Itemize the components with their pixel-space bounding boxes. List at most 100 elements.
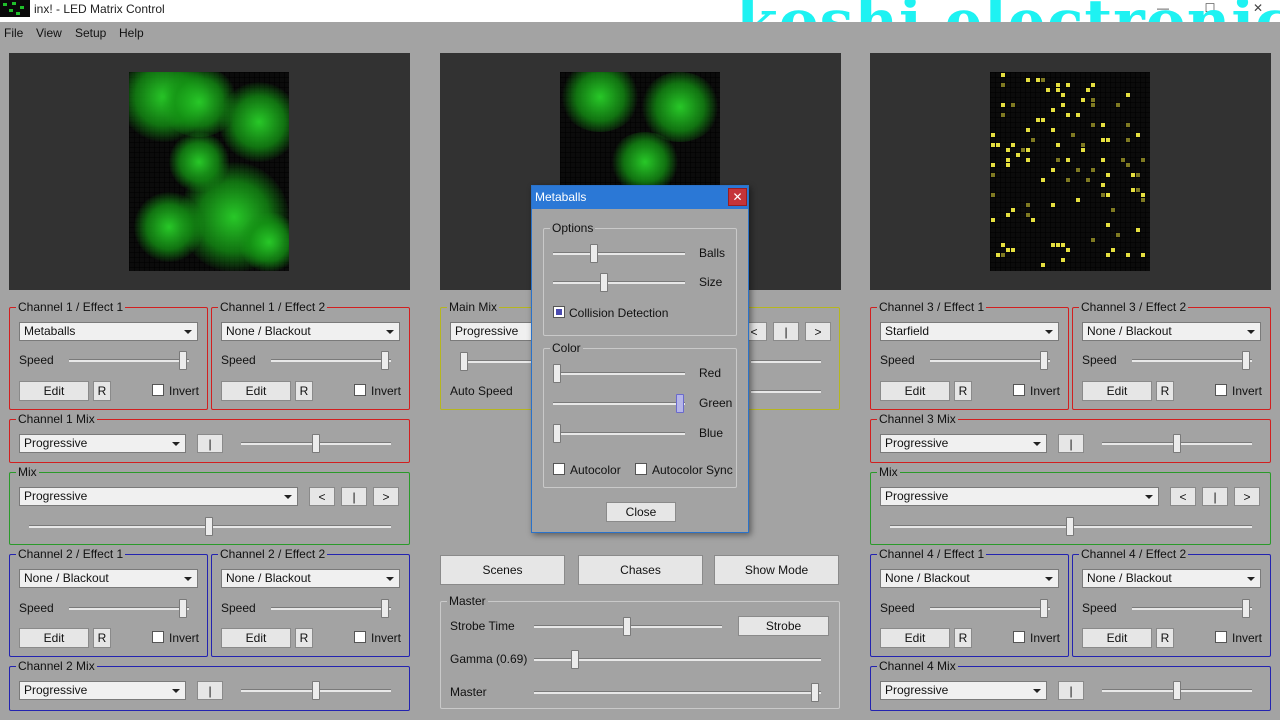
effect-select[interactable]: None / Blackout xyxy=(221,322,400,341)
invert-checkbox[interactable] xyxy=(1215,631,1227,643)
dialog-close-button[interactable]: Close xyxy=(606,502,676,522)
effect-select[interactable]: None / Blackout xyxy=(221,569,400,588)
red-slider-track[interactable] xyxy=(553,372,685,375)
mix-toggle-button[interactable]: | xyxy=(1058,434,1084,453)
blue-slider-track[interactable] xyxy=(553,432,685,435)
red-slider-thumb[interactable] xyxy=(553,364,561,383)
menu-view[interactable]: View xyxy=(36,26,62,40)
main-mix-slider-thumb[interactable] xyxy=(460,352,468,371)
mix-next-button[interactable]: > xyxy=(373,487,399,506)
invert-checkbox[interactable] xyxy=(1215,384,1227,396)
mix-slider-thumb[interactable] xyxy=(1173,434,1181,453)
speed-slider-track[interactable] xyxy=(1132,607,1252,610)
reset-button[interactable]: R xyxy=(1156,628,1174,648)
invert-checkbox[interactable] xyxy=(152,631,164,643)
main-mix-next-button[interactable]: > xyxy=(805,322,831,341)
speed-slider-track[interactable] xyxy=(69,359,189,362)
show-mode-button[interactable]: Show Mode xyxy=(714,555,839,585)
mix-mode-select[interactable]: Progressive xyxy=(880,434,1047,453)
menu-help[interactable]: Help xyxy=(119,26,144,40)
autocolor-checkbox[interactable] xyxy=(553,463,565,475)
speed-slider-track[interactable] xyxy=(271,607,391,610)
reset-button[interactable]: R xyxy=(295,381,313,401)
menu-setup[interactable]: Setup xyxy=(75,26,106,40)
effect-select[interactable]: None / Blackout xyxy=(1082,569,1261,588)
speed-slider-track[interactable] xyxy=(930,607,1050,610)
mix-slider-thumb[interactable] xyxy=(1173,681,1181,700)
master-slider-track[interactable] xyxy=(534,691,821,694)
speed-slider-track[interactable] xyxy=(69,607,189,610)
menu-file[interactable]: File xyxy=(4,26,23,40)
speed-slider-thumb[interactable] xyxy=(1242,351,1250,370)
scenes-button[interactable]: Scenes xyxy=(440,555,565,585)
edit-button[interactable]: Edit xyxy=(1082,381,1152,401)
mix-slider-thumb[interactable] xyxy=(312,434,320,453)
strobe-button[interactable]: Strobe xyxy=(738,616,829,636)
main-mix-right-slider-track[interactable] xyxy=(751,360,821,363)
effect-select[interactable]: Starfield xyxy=(880,322,1059,341)
dialog-close-icon[interactable]: ✕ xyxy=(728,188,747,206)
speed-slider-thumb[interactable] xyxy=(179,351,187,370)
reset-button[interactable]: R xyxy=(954,381,972,401)
reset-button[interactable]: R xyxy=(295,628,313,648)
chases-button[interactable]: Chases xyxy=(578,555,703,585)
edit-button[interactable]: Edit xyxy=(880,381,950,401)
edit-button[interactable]: Edit xyxy=(880,628,950,648)
speed-slider-track[interactable] xyxy=(271,359,391,362)
speed-slider-thumb[interactable] xyxy=(1040,599,1048,618)
mix-prev-button[interactable]: < xyxy=(309,487,335,506)
edit-button[interactable]: Edit xyxy=(221,628,291,648)
speed-slider-thumb[interactable] xyxy=(1040,351,1048,370)
strobe-time-slider-thumb[interactable] xyxy=(623,617,631,636)
size-slider-thumb[interactable] xyxy=(600,273,608,292)
mix-mode-select[interactable]: Progressive xyxy=(880,681,1047,700)
main-mix-center-button[interactable]: | xyxy=(773,322,799,341)
invert-checkbox[interactable] xyxy=(1013,384,1025,396)
mix-prev-button[interactable]: < xyxy=(1170,487,1196,506)
mix-toggle-button[interactable]: | xyxy=(197,434,223,453)
reset-button[interactable]: R xyxy=(1156,381,1174,401)
edit-button[interactable]: Edit xyxy=(1082,628,1152,648)
edit-button[interactable]: Edit xyxy=(19,628,89,648)
speed-slider-track[interactable] xyxy=(930,359,1050,362)
mix-slider-thumb[interactable] xyxy=(1066,517,1074,536)
mix-slider-thumb[interactable] xyxy=(312,681,320,700)
invert-checkbox[interactable] xyxy=(152,384,164,396)
mix-mode-select[interactable]: Progressive xyxy=(19,434,186,453)
green-slider-track[interactable] xyxy=(553,402,685,405)
edit-button[interactable]: Edit xyxy=(221,381,291,401)
reset-button[interactable]: R xyxy=(93,628,111,648)
collision-detection-checkbox[interactable] xyxy=(553,306,565,318)
auto-speed-slider-track[interactable] xyxy=(751,390,821,393)
effect-select[interactable]: Metaballs xyxy=(19,322,198,341)
invert-checkbox[interactable] xyxy=(354,384,366,396)
speed-slider-track[interactable] xyxy=(1132,359,1252,362)
mix-toggle-button[interactable]: | xyxy=(197,681,223,700)
size-slider-track[interactable] xyxy=(553,281,685,284)
invert-checkbox[interactable] xyxy=(1013,631,1025,643)
mix-toggle-button[interactable]: | xyxy=(1058,681,1084,700)
effect-select[interactable]: None / Blackout xyxy=(19,569,198,588)
invert-checkbox[interactable] xyxy=(354,631,366,643)
speed-slider-thumb[interactable] xyxy=(381,351,389,370)
speed-slider-thumb[interactable] xyxy=(1242,599,1250,618)
green-slider-thumb[interactable] xyxy=(676,394,684,413)
speed-slider-thumb[interactable] xyxy=(381,599,389,618)
balls-slider-thumb[interactable] xyxy=(590,244,598,263)
mix-center-button[interactable]: | xyxy=(1202,487,1228,506)
main-mix-mode-select[interactable]: Progressive xyxy=(450,322,540,341)
mix-mode-select[interactable]: Progressive xyxy=(19,487,298,506)
mix-next-button[interactable]: > xyxy=(1234,487,1260,506)
reset-button[interactable]: R xyxy=(93,381,111,401)
autocolor-sync-checkbox[interactable] xyxy=(635,463,647,475)
gamma-slider-thumb[interactable] xyxy=(571,650,579,669)
mix-slider-thumb[interactable] xyxy=(205,517,213,536)
effect-select[interactable]: None / Blackout xyxy=(880,569,1059,588)
main-mix-slider-track[interactable] xyxy=(460,360,540,363)
effect-select[interactable]: None / Blackout xyxy=(1082,322,1261,341)
master-slider-thumb[interactable] xyxy=(811,683,819,702)
speed-slider-thumb[interactable] xyxy=(179,599,187,618)
mix-mode-select[interactable]: Progressive xyxy=(880,487,1159,506)
reset-button[interactable]: R xyxy=(954,628,972,648)
balls-slider-track[interactable] xyxy=(553,252,685,255)
